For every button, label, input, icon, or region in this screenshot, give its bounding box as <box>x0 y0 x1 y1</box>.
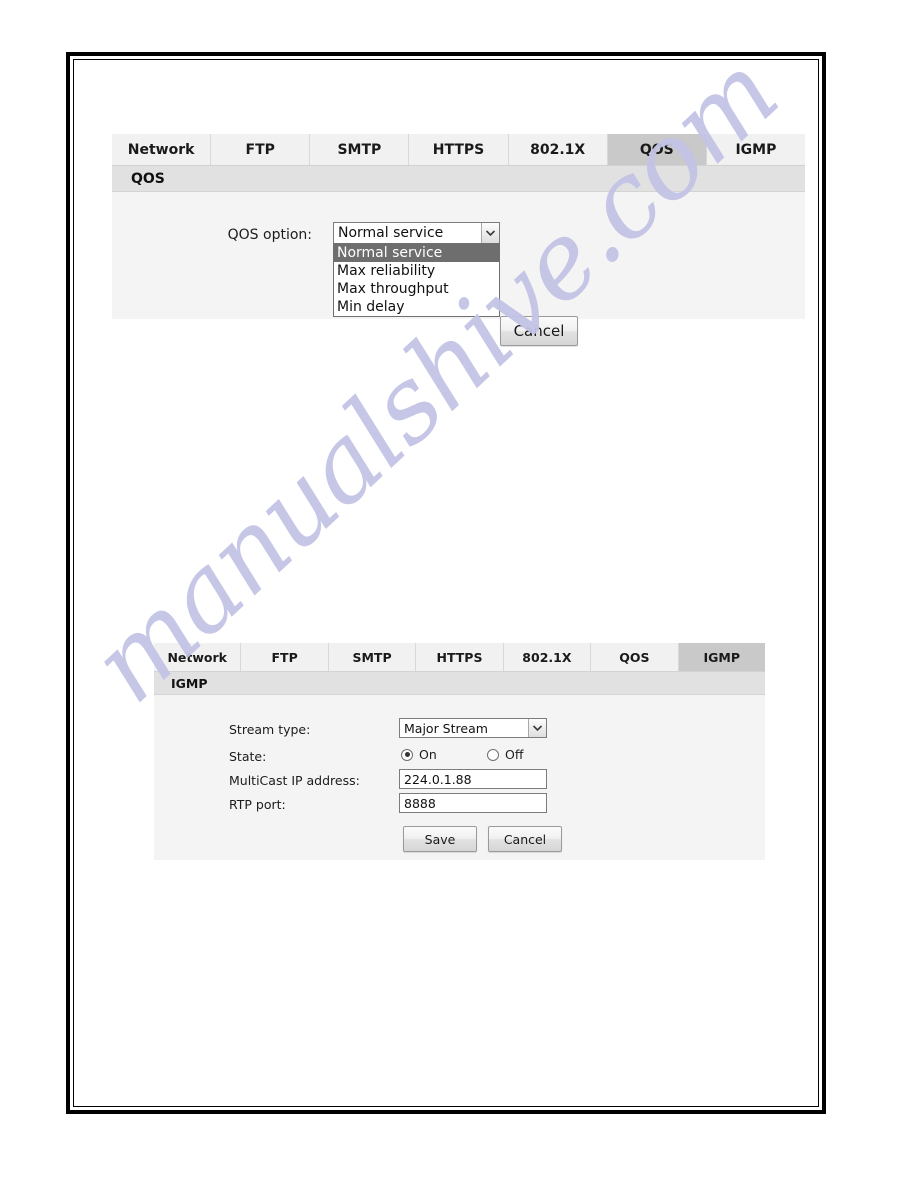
qos-panel-body: QOS option: Normal service Normal servic… <box>112 192 805 346</box>
stream-type-select-value: Major Stream <box>404 720 488 736</box>
option-label: Max reliability <box>337 263 436 279</box>
qos-option-select[interactable]: Normal service <box>333 222 500 244</box>
tab-label: FTP <box>271 649 298 665</box>
tab-label: QOS <box>639 141 674 158</box>
qos-dropdown-option-normal-service[interactable]: Normal service <box>334 244 499 262</box>
qos-option-label-text: QOS option: <box>227 227 312 243</box>
tab-label: IGMP <box>703 649 740 665</box>
igmp-section-header: IGMP <box>154 672 765 695</box>
state-off-label: Off <box>505 747 524 762</box>
qos-section-title: QOS <box>131 170 165 187</box>
tab-smtp[interactable]: SMTP <box>310 134 410 165</box>
qos-section-header: QOS <box>112 166 805 192</box>
qos-cancel-button-label: Cancel <box>513 322 565 340</box>
state-label-text: State: <box>229 749 267 764</box>
qos-option-label: QOS option: <box>192 227 312 243</box>
stream-type-label-text: Stream type: <box>229 722 311 737</box>
igmp-cancel-button[interactable]: Cancel <box>488 826 562 852</box>
tab-label: QOS <box>619 649 650 665</box>
tab-ftp[interactable]: FTP <box>211 134 311 165</box>
stream-type-label: Stream type: <box>229 722 310 737</box>
tab-qos[interactable]: QOS <box>591 643 679 671</box>
state-label: State: <box>229 749 266 764</box>
igmp-section-title: IGMP <box>171 675 208 691</box>
qos-panel-tabbar: Network FTP SMTP HTTPS 802.1X QOS IGMP <box>112 134 805 166</box>
radio-off-icon[interactable] <box>487 748 499 761</box>
tab-ftp[interactable]: FTP <box>241 643 329 671</box>
option-label: Normal service <box>337 245 443 261</box>
tab-label: HTTPS <box>436 649 483 665</box>
qos-dropdown-option-min-delay[interactable]: Min delay <box>334 298 499 316</box>
qos-settings-panel: Network FTP SMTP HTTPS 802.1X QOS IGMP Q… <box>112 134 805 346</box>
multicast-ip-input[interactable]: 224.0.1.88 <box>399 769 547 789</box>
tab-https[interactable]: HTTPS <box>416 643 504 671</box>
rtp-port-label: RTP port: <box>229 797 286 812</box>
tab-label: Network <box>127 141 195 158</box>
tab-label: HTTPS <box>432 141 485 158</box>
state-radio-off[interactable]: Off <box>487 747 523 762</box>
state-on-label: On <box>419 747 437 762</box>
rtp-port-value: 8888 <box>404 795 436 811</box>
multicast-ip-value: 224.0.1.88 <box>404 771 472 787</box>
tab-qos[interactable]: QOS <box>607 134 707 165</box>
tab-https[interactable]: HTTPS <box>409 134 509 165</box>
igmp-settings-panel: Network FTP SMTP HTTPS 802.1X QOS IGMP I… <box>154 643 765 860</box>
tab-label: FTP <box>245 141 275 158</box>
tab-label: 802.1X <box>530 141 586 158</box>
radio-on-icon[interactable] <box>401 748 413 761</box>
multicast-ip-label-text: MultiCast IP address: <box>229 773 360 788</box>
tab-label: SMTP <box>337 141 382 158</box>
igmp-panel-body: Stream type: Major Stream State: On Off … <box>154 695 765 860</box>
igmp-save-button[interactable]: Save <box>403 826 477 852</box>
tab-label: SMTP <box>352 649 392 665</box>
chevron-down-icon[interactable] <box>528 719 546 737</box>
igmp-save-button-label: Save <box>424 831 456 847</box>
tab-8021x[interactable]: 802.1X <box>508 134 608 165</box>
igmp-cancel-button-label: Cancel <box>503 831 547 847</box>
qos-dropdown-option-max-throughput[interactable]: Max throughput <box>334 280 499 298</box>
tab-label: Network <box>167 649 227 665</box>
option-label: Max throughput <box>337 281 449 297</box>
qos-dropdown-option-max-reliability[interactable]: Max reliability <box>334 262 499 280</box>
tab-8021x[interactable]: 802.1X <box>503 643 592 671</box>
tab-igmp[interactable]: IGMP <box>678 643 765 671</box>
tab-label: IGMP <box>735 141 777 158</box>
qos-option-dropdown[interactable]: Normal service Max reliability Max throu… <box>333 243 500 317</box>
chevron-down-icon[interactable] <box>481 223 499 243</box>
multicast-ip-label: MultiCast IP address: <box>229 773 360 788</box>
qos-cancel-button[interactable]: Cancel <box>500 316 578 346</box>
state-radio-on[interactable]: On <box>401 747 437 762</box>
tab-network[interactable]: Network <box>112 134 212 165</box>
stream-type-select[interactable]: Major Stream <box>399 718 547 738</box>
igmp-panel-tabbar: Network FTP SMTP HTTPS 802.1X QOS IGMP <box>154 643 765 672</box>
option-label: Min delay <box>337 299 405 315</box>
qos-option-select-value: Normal service <box>338 225 444 241</box>
tab-network[interactable]: Network <box>154 643 242 671</box>
tab-igmp[interactable]: IGMP <box>706 134 805 165</box>
tab-smtp[interactable]: SMTP <box>328 643 417 671</box>
rtp-port-input[interactable]: 8888 <box>399 793 547 813</box>
rtp-port-label-text: RTP port: <box>229 797 286 812</box>
tab-label: 802.1X <box>522 649 572 665</box>
